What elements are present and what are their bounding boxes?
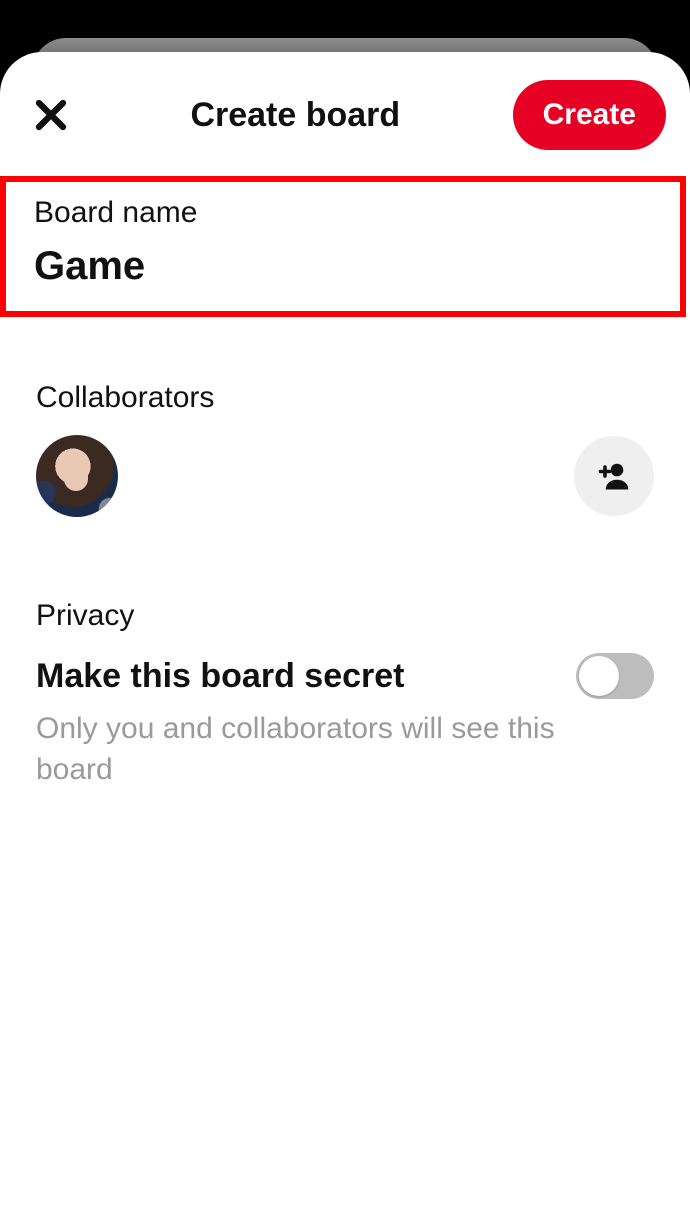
privacy-toggle-subtitle: Only you and collaborators will see this… bbox=[36, 709, 556, 790]
collaborators-row bbox=[36, 435, 654, 517]
close-button[interactable] bbox=[24, 88, 78, 142]
owner-avatar[interactable] bbox=[36, 435, 118, 517]
add-person-icon bbox=[596, 458, 632, 494]
create-board-sheet: Create board Create Board name Collabora… bbox=[0, 52, 690, 1227]
privacy-label: Privacy bbox=[36, 599, 654, 633]
close-icon bbox=[33, 97, 69, 133]
sheet-title: Create board bbox=[78, 96, 513, 135]
collaborators-section: Collaborators bbox=[0, 381, 690, 517]
board-name-highlight: Board name bbox=[0, 176, 686, 317]
privacy-section: Privacy Make this board secret Only you … bbox=[0, 599, 690, 790]
collaborators-label: Collaborators bbox=[36, 381, 654, 415]
add-collaborator-button[interactable] bbox=[574, 436, 654, 516]
create-button[interactable]: Create bbox=[513, 80, 666, 150]
board-name-label: Board name bbox=[34, 196, 652, 230]
privacy-text: Make this board secret bbox=[36, 657, 404, 696]
sheet-header: Create board Create bbox=[0, 80, 690, 176]
toggle-knob bbox=[579, 656, 619, 696]
board-name-input[interactable] bbox=[34, 244, 652, 289]
privacy-toggle-row: Make this board secret bbox=[36, 653, 654, 699]
privacy-toggle-title: Make this board secret bbox=[36, 657, 404, 696]
secret-toggle[interactable] bbox=[576, 653, 654, 699]
